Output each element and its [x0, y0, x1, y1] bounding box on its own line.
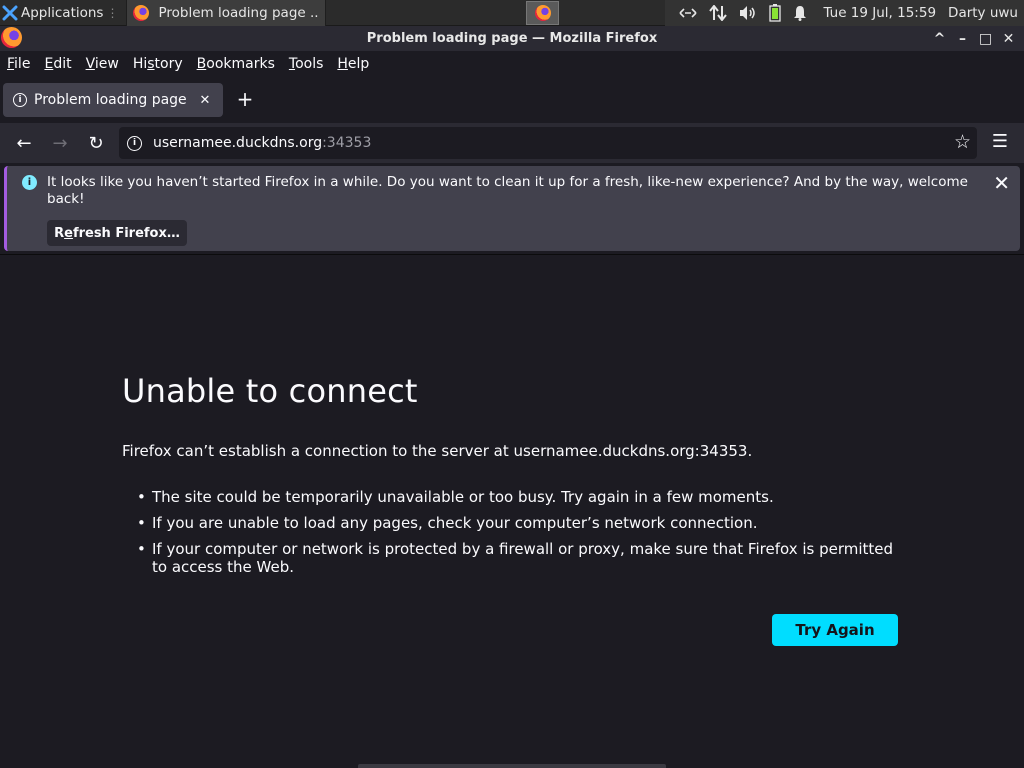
tab-close-icon[interactable]: ✕	[197, 93, 213, 108]
menu-bar: File Edit View History Bookmarks Tools H…	[0, 51, 1024, 77]
refresh-notification-bar: i It looks like you haven’t started Fire…	[4, 166, 1020, 251]
desktop-panel: Applications ⋮ Problem loading page ... …	[0, 0, 1024, 26]
menu-help[interactable]: Help	[330, 56, 376, 72]
url-bar[interactable]: i usernamee.duckdns.org:34353 ☆	[119, 127, 977, 159]
list-item: The site could be temporarily unavailabl…	[122, 488, 902, 506]
new-tab-button[interactable]: +	[234, 89, 256, 111]
panel-user[interactable]: Darty uwu	[948, 5, 1018, 21]
error-suggestions: The site could be temporarily unavailabl…	[122, 488, 902, 576]
firefox-launcher-button[interactable]	[526, 0, 560, 25]
reload-button[interactable]: ↻	[82, 129, 110, 157]
window-title: Problem loading page — Mozilla Firefox	[366, 31, 658, 46]
transfer-icon[interactable]	[709, 4, 728, 21]
taskbar-window-button[interactable]: Problem loading page ...	[126, 0, 327, 26]
tab-label: Problem loading page	[34, 92, 187, 108]
taskbar-window-title: Problem loading page ...	[158, 4, 320, 21]
firefox-icon	[133, 4, 150, 21]
close-window-button[interactable]: ✕	[997, 31, 1020, 47]
error-title: Unable to connect	[122, 372, 418, 410]
url-port: :34353	[322, 135, 372, 151]
volume-icon[interactable]	[739, 5, 757, 21]
menu-file[interactable]: File	[0, 56, 37, 72]
back-button[interactable]: ←	[10, 129, 38, 157]
xfce-logo-icon	[2, 5, 18, 20]
menu-history[interactable]: History	[126, 56, 190, 72]
applications-label: Applications	[21, 4, 104, 21]
close-notification-icon[interactable]: ✕	[993, 171, 1010, 195]
minimize-window-button[interactable]: –	[951, 31, 974, 47]
list-item: If you are unable to load any pages, che…	[122, 514, 902, 532]
menu-edit[interactable]: Edit	[37, 56, 78, 72]
notification-bell-icon[interactable]	[793, 5, 807, 21]
site-info-icon[interactable]: i	[127, 135, 142, 151]
info-icon: i	[22, 175, 37, 190]
try-again-button[interactable]: Try Again	[772, 614, 898, 646]
firefox-icon	[534, 4, 551, 21]
network-arrows-icon[interactable]	[679, 6, 698, 20]
bookmark-star-icon[interactable]: ☆	[954, 131, 971, 153]
system-tray: Tue 19 Jul, 15:59 Darty uwu	[665, 0, 1024, 26]
menu-tools[interactable]: Tools	[282, 56, 331, 72]
divider	[0, 254, 1024, 255]
forward-button[interactable]: →	[46, 129, 74, 157]
navigation-toolbar: ← → ↻ i usernamee.duckdns.org:34353 ☆ ☰	[0, 123, 1024, 163]
info-icon: i	[13, 93, 27, 107]
bottom-edge-bar	[358, 764, 666, 768]
window-titlebar[interactable]: Problem loading page — Mozilla Firefox ^…	[0, 26, 1024, 51]
maximize-window-button[interactable]: □	[974, 31, 997, 47]
applications-menu[interactable]: Applications ⋮	[0, 0, 122, 26]
tab-problem-loading[interactable]: i Problem loading page ✕	[3, 83, 223, 117]
panel-separator: ⋮	[106, 5, 119, 20]
firefox-window-icon[interactable]	[1, 27, 22, 48]
menu-view[interactable]: View	[79, 56, 126, 72]
error-description: Firefox can’t establish a connection to …	[122, 442, 753, 460]
panel-clock[interactable]: Tue 19 Jul, 15:59	[823, 5, 936, 21]
url-host: usernamee.duckdns.org	[153, 135, 323, 151]
list-item: If your computer or network is protected…	[122, 540, 902, 576]
app-menu-icon[interactable]: ☰	[988, 131, 1012, 155]
refresh-firefox-button[interactable]: Re fresh Firefox…	[47, 220, 187, 246]
battery-icon[interactable]	[769, 3, 782, 22]
tab-strip: i Problem loading page ✕ +	[0, 77, 1024, 123]
shade-window-button[interactable]: ^	[928, 31, 951, 47]
menu-bookmarks[interactable]: Bookmarks	[190, 56, 282, 72]
error-page: Unable to connect Firefox can’t establis…	[122, 372, 902, 584]
notification-message: It looks like you haven’t started Firefo…	[47, 174, 968, 207]
